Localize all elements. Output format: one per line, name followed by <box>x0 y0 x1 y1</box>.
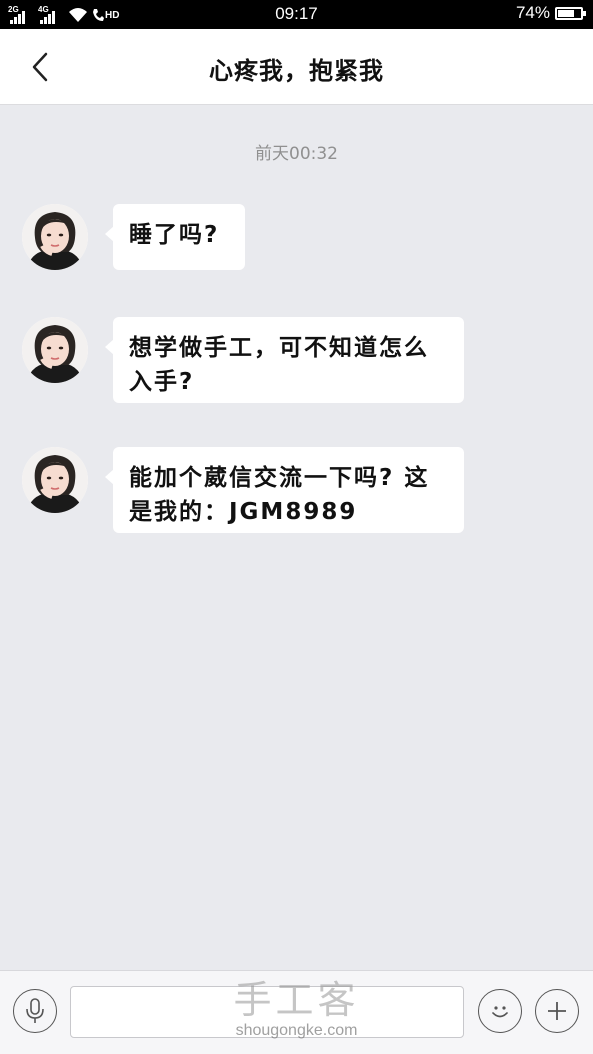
message-bubble[interactable]: 能加个葳信交流一下吗? 这是我的：JGM8989 <box>105 447 464 533</box>
chat-area[interactable]: 前天00:32 睡了吗? 想学做手工，可不知道怎么入手? 能加个葳信交流一下吗?… <box>0 105 593 970</box>
avatar-portrait <box>22 204 88 270</box>
page-title: 心疼我，抱紧我 <box>209 57 384 85</box>
battery-percent: 74% <box>515 3 550 22</box>
avatar[interactable] <box>22 447 88 513</box>
more-button[interactable] <box>535 989 579 1033</box>
voice-button[interactable] <box>13 989 57 1033</box>
message-input[interactable] <box>70 986 464 1038</box>
emoji-button[interactable] <box>478 989 522 1033</box>
battery-icon <box>555 6 586 20</box>
plus-icon <box>548 1002 566 1020</box>
message-bubble[interactable]: 想学做手工，可不知道怎么入手? <box>105 317 464 403</box>
message-text: 想学做手工，可不知道怎么入手? <box>129 335 429 395</box>
message-text: 能加个葳信交流一下吗? 这是我的：JGM8989 <box>129 465 430 525</box>
avatar-portrait <box>22 317 88 383</box>
status-time: 09:17 <box>275 4 318 23</box>
message-text: 睡了吗? <box>129 222 220 248</box>
avatar[interactable] <box>22 204 88 270</box>
smiley-icon <box>492 1006 508 1018</box>
battery-fill <box>558 9 574 17</box>
status-bar: 2G 4G HD 09:17 74% <box>0 0 593 29</box>
status-right: 74% <box>515 3 586 23</box>
message-bubble[interactable]: 睡了吗? <box>105 204 245 270</box>
nav-bar: 心疼我，抱紧我 <box>0 29 593 105</box>
input-bar <box>0 970 593 1054</box>
message-timestamp: 前天00:32 <box>255 144 338 164</box>
avatar-portrait <box>22 447 88 513</box>
avatar[interactable] <box>22 317 88 383</box>
microphone-icon <box>26 998 44 1023</box>
